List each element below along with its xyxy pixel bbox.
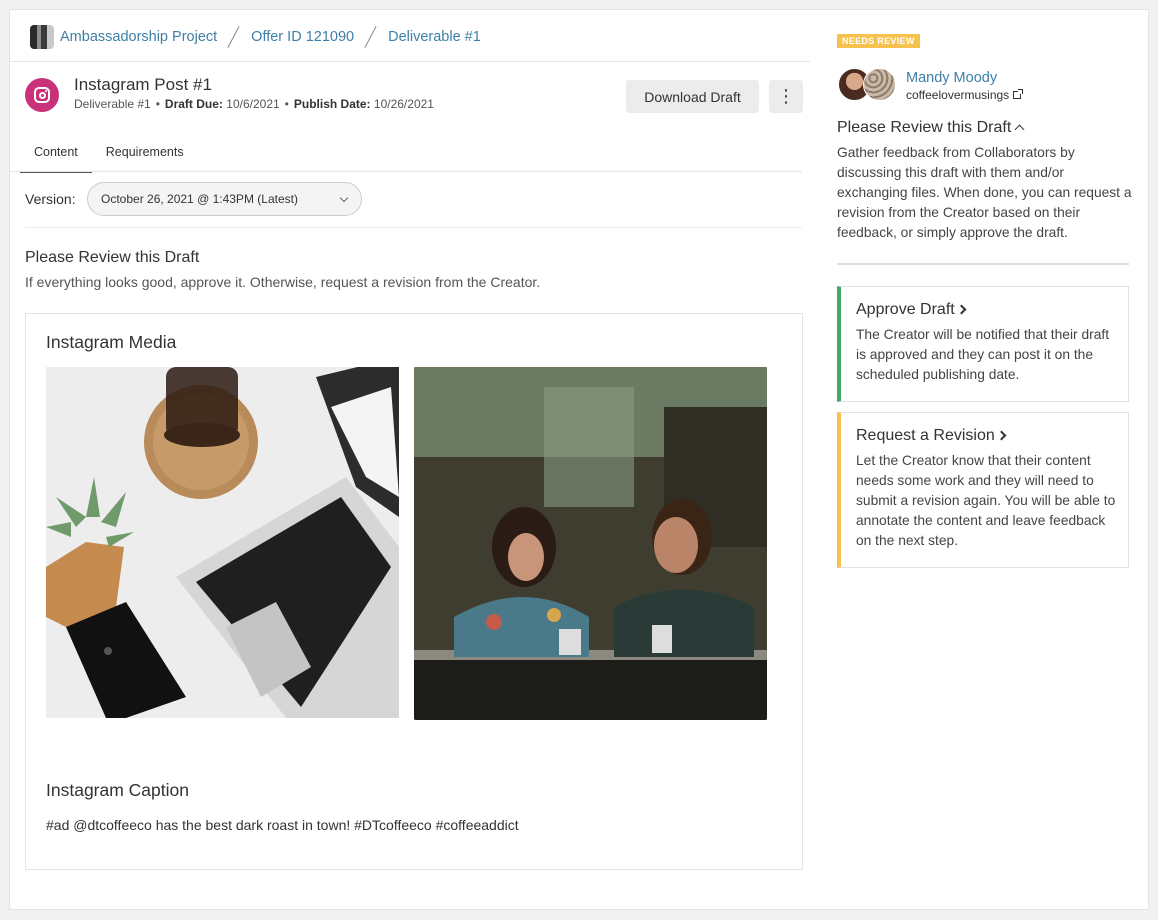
creator-name-link[interactable]: Mandy Moody — [906, 70, 997, 86]
deliverable-label: Deliverable #1 — [74, 97, 151, 111]
more-options-button[interactable]: ⋮ — [769, 80, 803, 113]
breadcrumb-separator — [364, 26, 378, 48]
instagram-icon — [25, 78, 59, 112]
media-image-laptop[interactable] — [46, 367, 399, 718]
creator-handle-link[interactable]: coffeelovermusings — [906, 88, 1024, 102]
tab-content[interactable]: Content — [20, 138, 92, 173]
meta-separator: • — [155, 97, 160, 111]
main-panel: Ambassadorship Project Offer ID 121090 D… — [9, 9, 1149, 910]
approve-draft-title: Approve Draft — [856, 301, 1116, 319]
post-meta: Deliverable #1 • Draft Due: 10/6/2021 • Publ… — [74, 97, 434, 111]
avatar — [863, 68, 896, 101]
request-revision-description: Let the Creator know that their content … — [856, 453, 1116, 548]
publish-date-value: 10/26/2021 — [373, 97, 434, 111]
breadcrumb-offer-link[interactable]: Offer ID 121090 — [251, 29, 354, 45]
post-title: Instagram Post #1 — [74, 75, 212, 94]
divider — [25, 227, 802, 228]
download-draft-button[interactable]: Download Draft — [626, 80, 759, 113]
breadcrumb: Ambassadorship Project Offer ID 121090 D… — [30, 24, 481, 50]
media-image-couple[interactable] — [414, 367, 767, 720]
review-title: Please Review this Draft — [25, 249, 200, 266]
review-panel-toggle[interactable]: Please Review this Draft — [837, 119, 1025, 137]
media-box: Instagram Media Instagram Caption #ad @d… — [25, 313, 803, 870]
chevron-down-icon — [339, 193, 349, 203]
version-selected-value: October 26, 2021 @ 1:43PM (Latest) — [101, 192, 298, 206]
chevron-right-icon — [996, 430, 1007, 441]
approve-draft-description: The Creator will be notified that their … — [856, 327, 1110, 382]
draft-due-label: Draft Due: — [164, 97, 223, 111]
divider — [10, 171, 802, 172]
review-panel-description: Gather feedback from Collaborators by di… — [837, 145, 1132, 240]
chevron-up-icon — [1014, 124, 1025, 135]
external-link-icon — [1013, 89, 1024, 99]
tab-bar: Content Requirements — [20, 138, 198, 173]
publish-date-label: Publish Date: — [293, 97, 371, 111]
creator-handle-text: coffeelovermusings — [906, 88, 1010, 102]
tab-requirements[interactable]: Requirements — [92, 138, 198, 173]
breadcrumb-project-link[interactable]: Ambassadorship Project — [60, 29, 217, 45]
chevron-right-icon — [956, 304, 967, 315]
meta-separator: • — [284, 97, 289, 111]
caption-heading: Instagram Caption — [46, 780, 189, 800]
divider — [837, 263, 1129, 265]
request-revision-label: Request a Revision — [856, 427, 995, 444]
status-badge: NEEDS REVIEW — [837, 34, 920, 48]
media-heading: Instagram Media — [46, 332, 177, 352]
breadcrumb-separator — [227, 26, 241, 48]
approve-draft-label: Approve Draft — [856, 301, 955, 318]
review-subtitle: If everything looks good, approve it. Ot… — [25, 274, 541, 290]
draft-due-value: 10/6/2021 — [226, 97, 280, 111]
caption-text: #ad @dtcoffeeco has the best dark roast … — [46, 817, 519, 833]
project-logo-icon — [30, 25, 54, 49]
request-revision-card[interactable]: Request a Revision Let the Creator know … — [837, 412, 1129, 568]
divider — [10, 61, 810, 62]
version-label: Version: — [25, 191, 76, 207]
version-select[interactable]: October 26, 2021 @ 1:43PM (Latest) — [87, 182, 362, 216]
breadcrumb-deliverable-link[interactable]: Deliverable #1 — [388, 29, 481, 45]
approve-draft-card[interactable]: Approve Draft The Creator will be notifi… — [837, 286, 1129, 402]
request-revision-title: Request a Revision — [856, 427, 1116, 445]
review-panel-title: Please Review this Draft — [837, 119, 1012, 136]
